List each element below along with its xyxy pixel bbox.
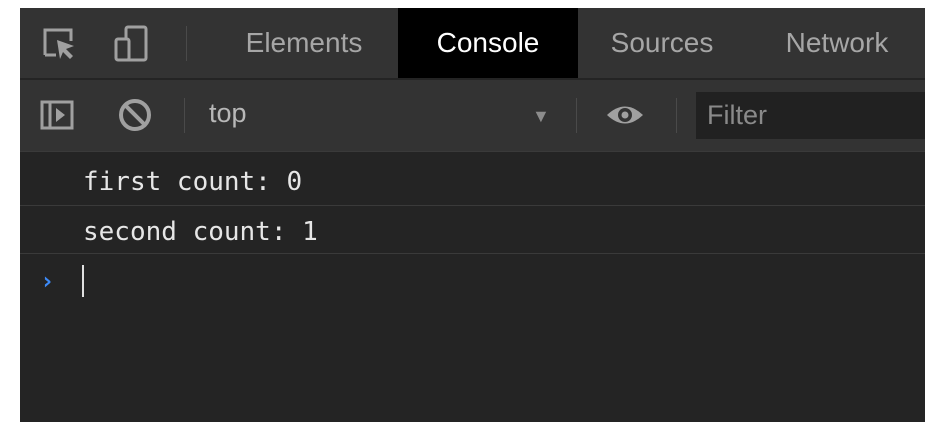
console-divider	[20, 205, 925, 206]
dropdown-arrow-icon[interactable]: ▼	[532, 106, 550, 127]
console-prompt-icon: ›	[40, 267, 55, 295]
clear-console-icon[interactable]	[116, 96, 156, 134]
tab-network[interactable]: Network	[746, 8, 925, 78]
toolbar-divider	[184, 98, 185, 133]
tab-sources[interactable]: Sources	[578, 8, 746, 78]
devtools-panel: Elements Console Sources Network top ▼ F…	[20, 8, 925, 422]
tab-console[interactable]: Console	[398, 8, 578, 78]
device-toolbar-icon[interactable]	[112, 25, 152, 63]
console-input-caret[interactable]	[82, 265, 84, 297]
toolbar-divider	[676, 98, 677, 133]
filter-input[interactable]	[696, 92, 925, 139]
devtools-tab-bar: Elements Console Sources Network	[20, 8, 925, 78]
inspect-element-icon[interactable]	[40, 25, 80, 63]
tab-elements[interactable]: Elements	[210, 8, 398, 78]
tab-bar-divider	[186, 26, 187, 61]
console-divider	[20, 151, 925, 152]
console-divider	[20, 253, 925, 254]
context-selector[interactable]: top	[209, 98, 247, 129]
eye-icon[interactable]	[604, 96, 644, 134]
filter-input-box	[696, 92, 925, 139]
console-message: second count: 1	[83, 217, 318, 247]
console-message: first count: 0	[83, 167, 303, 197]
console-toolbar: top ▼	[20, 80, 925, 151]
sidebar-toggle-icon[interactable]	[38, 96, 78, 134]
toolbar-divider	[576, 98, 577, 133]
